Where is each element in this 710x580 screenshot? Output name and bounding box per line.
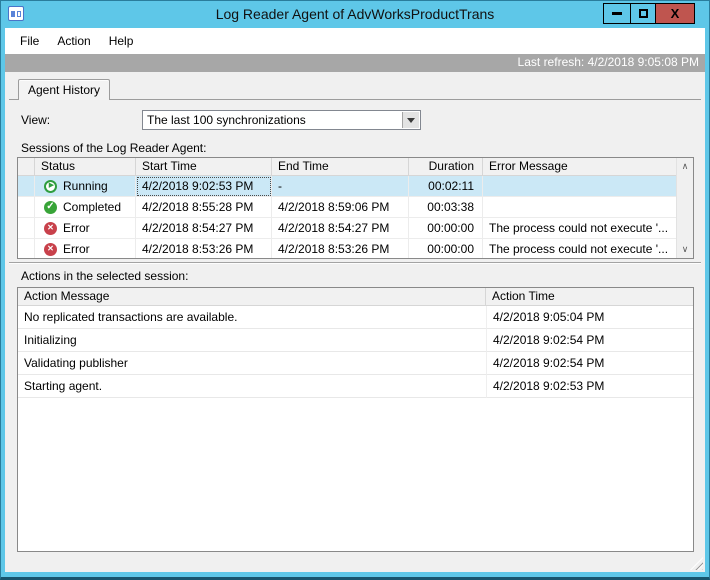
column-header-end-time[interactable]: End Time [272, 158, 409, 176]
resize-grip-icon[interactable] [690, 557, 703, 570]
scroll-down-icon[interactable]: ∨ [677, 241, 693, 258]
tab-agent-history[interactable]: Agent History [18, 79, 111, 100]
table-row[interactable]: Error 4/2/2018 8:54:27 PM 4/2/2018 8:54:… [18, 218, 676, 239]
list-item[interactable]: Initializing 4/2/2018 9:02:54 PM [18, 329, 693, 352]
list-item[interactable]: Starting agent. 4/2/2018 9:02:53 PM [18, 375, 693, 398]
error-message-cell [483, 176, 676, 197]
column-header-error-message[interactable]: Error Message [483, 158, 676, 176]
action-time-cell: 4/2/2018 9:02:54 PM [486, 352, 693, 375]
column-header-action-time[interactable]: Action Time [486, 288, 693, 306]
error-message-cell [483, 197, 676, 218]
window-title: Log Reader Agent of AdvWorksProductTrans [215, 6, 495, 22]
column-header-action-message[interactable]: Action Message [18, 288, 486, 306]
scroll-up-icon[interactable]: ∧ [677, 158, 693, 175]
menu-action[interactable]: Action [48, 30, 99, 52]
tab-strip: Agent History [9, 79, 701, 100]
error-status-icon [44, 242, 57, 256]
action-message-cell: Starting agent. [18, 375, 486, 398]
error-message-cell: The process could not execute '... [483, 218, 676, 239]
maximize-icon [638, 9, 648, 18]
menu-help[interactable]: Help [100, 30, 143, 52]
status-text: Error [63, 221, 90, 235]
start-time-cell: 4/2/2018 8:55:28 PM [136, 197, 272, 218]
chevron-down-icon [407, 117, 415, 127]
completed-status-icon [44, 200, 57, 214]
end-time-cell: - [272, 176, 409, 197]
last-refresh-strip: Last refresh: 4/2/2018 9:05:08 PM [5, 54, 705, 72]
list-item[interactable]: No replicated transactions are available… [18, 306, 693, 329]
sessions-scrollbar[interactable]: ∧ ∨ [676, 158, 693, 258]
menu-bar: File Action Help [5, 28, 705, 54]
start-time-cell: 4/2/2018 8:54:27 PM [136, 218, 272, 239]
maximize-button[interactable] [630, 3, 656, 24]
error-message-cell: The process could not execute '... [483, 239, 676, 258]
column-header-start-time[interactable]: Start Time [136, 158, 272, 176]
end-time-cell: 4/2/2018 8:53:26 PM [272, 239, 409, 258]
pane-splitter[interactable] [9, 262, 701, 264]
status-text: Error [63, 242, 90, 256]
duration-cell: 00:02:11 [409, 176, 483, 197]
window-controls: X [603, 3, 695, 24]
log-reader-agent-window: Log Reader Agent of AdvWorksProductTrans… [0, 0, 710, 580]
minimize-button[interactable] [603, 3, 630, 24]
action-time-cell: 4/2/2018 9:05:04 PM [486, 306, 693, 329]
sessions-header-row: Status Start Time End Time Duration Erro… [18, 158, 676, 176]
view-label: View: [21, 113, 51, 127]
actions-header-row: Action Message Action Time [18, 288, 693, 306]
status-text: Running [63, 179, 108, 193]
table-row[interactable]: Completed 4/2/2018 8:55:28 PM 4/2/2018 8… [18, 197, 676, 218]
duration-cell: 00:00:00 [409, 218, 483, 239]
action-time-cell: 4/2/2018 9:02:53 PM [486, 375, 693, 398]
titlebar[interactable]: Log Reader Agent of AdvWorksProductTrans… [5, 1, 705, 28]
view-dropdown[interactable]: The last 100 synchronizations [142, 110, 421, 130]
view-dropdown-button[interactable] [402, 112, 419, 128]
status-bar [5, 554, 705, 572]
end-time-cell: 4/2/2018 8:59:06 PM [272, 197, 409, 218]
tab-page-content: Agent History View: The last 100 synchro… [5, 72, 705, 554]
start-time-cell: 4/2/2018 9:02:53 PM [136, 176, 272, 197]
close-button[interactable]: X [656, 3, 695, 24]
duration-cell: 00:00:00 [409, 239, 483, 258]
running-status-icon [44, 179, 57, 193]
action-message-cell: No replicated transactions are available… [18, 306, 486, 329]
table-row[interactable]: Error 4/2/2018 8:53:26 PM 4/2/2018 8:53:… [18, 239, 676, 258]
action-message-cell: Validating publisher [18, 352, 486, 375]
duration-cell: 00:03:38 [409, 197, 483, 218]
actions-label: Actions in the selected session: [21, 269, 189, 283]
list-item[interactable]: Validating publisher 4/2/2018 9:02:54 PM [18, 352, 693, 375]
column-header-duration[interactable]: Duration [409, 158, 483, 176]
minimize-icon [612, 12, 622, 15]
action-message-cell: Initializing [18, 329, 486, 352]
sessions-label: Sessions of the Log Reader Agent: [21, 141, 207, 155]
view-row: View: The last 100 synchronizations [9, 110, 701, 130]
sessions-table: Status Start Time End Time Duration Erro… [17, 157, 694, 259]
start-time-cell: 4/2/2018 8:53:26 PM [136, 239, 272, 258]
end-time-cell: 4/2/2018 8:54:27 PM [272, 218, 409, 239]
menu-file[interactable]: File [11, 30, 48, 52]
error-status-icon [44, 221, 57, 235]
status-text: Completed [63, 200, 122, 214]
column-header-status[interactable]: Status [35, 158, 136, 176]
table-row[interactable]: Running 4/2/2018 9:02:53 PM - 00:02:11 [18, 176, 676, 197]
actions-table: Action Message Action Time No replicated… [17, 287, 694, 552]
view-dropdown-value: The last 100 synchronizations [147, 113, 306, 127]
column-header-blank[interactable] [18, 158, 35, 176]
action-time-cell: 4/2/2018 9:02:54 PM [486, 329, 693, 352]
